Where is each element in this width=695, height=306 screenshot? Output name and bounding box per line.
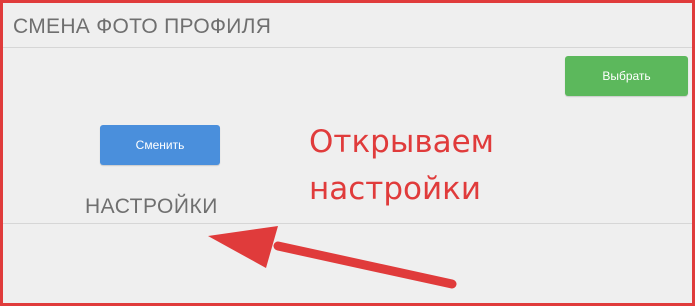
annotation-arrow-icon (208, 226, 457, 289)
